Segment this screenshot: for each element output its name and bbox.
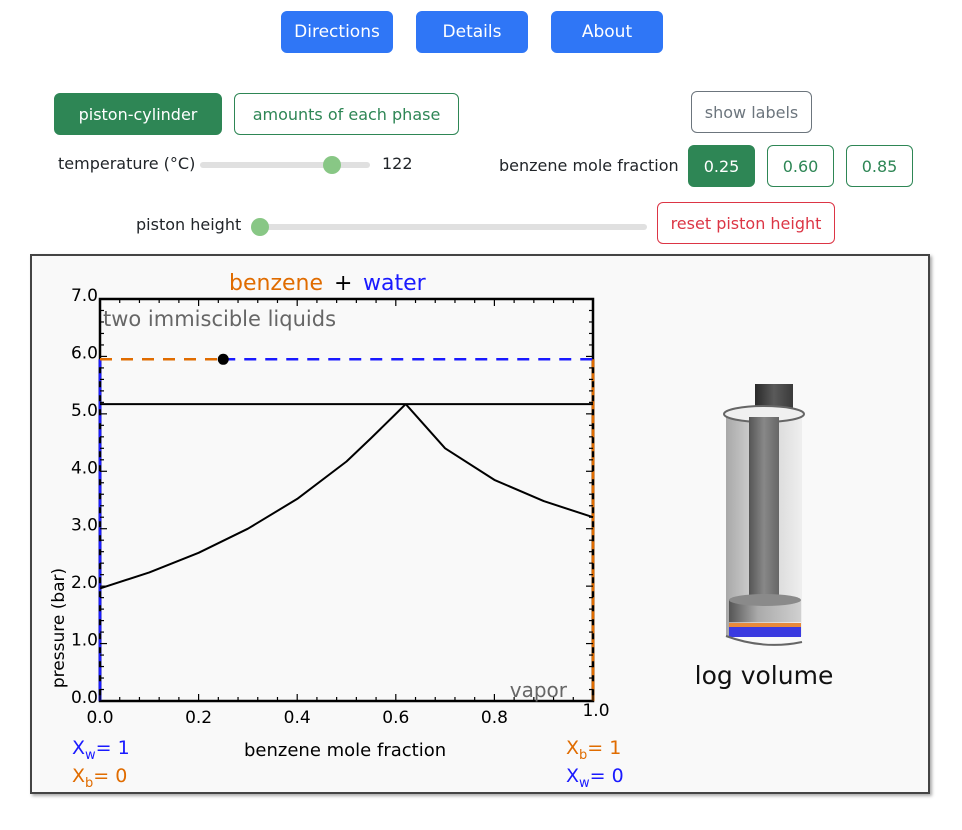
temperature-slider-track[interactable] bbox=[200, 162, 370, 168]
svg-text:Xw= 1: Xw= 1 bbox=[72, 737, 130, 763]
show-labels-button[interactable]: show labels bbox=[691, 91, 812, 133]
mole-fraction-option-0-60[interactable]: 0.60 bbox=[767, 145, 834, 187]
right-annotation-xw: Xw= 0 bbox=[566, 765, 624, 791]
piston-head-top bbox=[729, 594, 801, 606]
y-tick-label: 6.0 bbox=[71, 343, 98, 363]
x-tick-label: 0.6 bbox=[382, 708, 409, 728]
piston-rod bbox=[749, 417, 779, 607]
water-liquid-layer bbox=[729, 627, 801, 637]
piston-cylinder-button[interactable]: piston-cylinder bbox=[54, 93, 222, 135]
y-tick-label: 0.0 bbox=[71, 688, 98, 708]
y-tick-label: 4.0 bbox=[71, 458, 98, 478]
left-annotation-xb: Xb= 0 bbox=[72, 765, 127, 791]
cylinder-bottom-rim bbox=[725, 635, 803, 646]
svg-text:Xb= 1: Xb= 1 bbox=[566, 737, 621, 763]
x-tick-label: 1.0 bbox=[582, 701, 609, 721]
state-point bbox=[217, 353, 229, 365]
right-annotation-xb: Xb= 1 bbox=[566, 737, 621, 763]
region-label-vapor: vapor bbox=[510, 678, 568, 702]
directions-button[interactable]: Directions bbox=[281, 11, 393, 53]
chart-title-plus: + bbox=[334, 271, 352, 296]
region-label-two-immiscible-liquids: two immiscible liquids bbox=[103, 307, 336, 331]
benzene-mole-fraction-label: benzene mole fraction bbox=[499, 156, 679, 175]
dew-curve-benzene-side bbox=[404, 403, 594, 519]
svg-text:Xb= 0: Xb= 0 bbox=[72, 765, 127, 791]
y-tick-label: 2.0 bbox=[71, 573, 98, 593]
svg-text:Xw= 0: Xw= 0 bbox=[566, 765, 624, 791]
piston-cylinder-illustration bbox=[723, 384, 805, 646]
piston-height-slider-thumb[interactable] bbox=[251, 218, 269, 236]
details-button[interactable]: Details bbox=[416, 11, 528, 53]
temperature-slider[interactable] bbox=[200, 155, 370, 175]
y-axis-label: pressure (bar) bbox=[49, 568, 69, 688]
temperature-label: temperature (°C) bbox=[58, 154, 196, 173]
x-tick-label: 0.8 bbox=[481, 708, 508, 728]
amounts-of-each-phase-button[interactable]: amounts of each phase bbox=[234, 93, 459, 135]
x-tick-label: 0.0 bbox=[86, 708, 113, 728]
pressure-composition-chart: benzene + water 0.0 0.2 0.4 0.6 0.8 1.0 0.0 1.0… bbox=[49, 271, 834, 791]
temperature-value: 122 bbox=[382, 154, 413, 173]
y-tick-label: 5.0 bbox=[71, 401, 98, 421]
simulation-panel: benzene + water 0.0 0.2 0.4 0.6 0.8 1.0 0.0 1.0… bbox=[30, 254, 930, 794]
mole-fraction-option-0-85[interactable]: 0.85 bbox=[846, 145, 913, 187]
x-tick-label: 0.4 bbox=[284, 708, 311, 728]
x-tick-label: 0.2 bbox=[185, 708, 212, 728]
left-annotation-xw: Xw= 1 bbox=[72, 737, 130, 763]
x-axis-label: benzene mole fraction bbox=[244, 740, 446, 761]
mole-fraction-option-0-25[interactable]: 0.25 bbox=[688, 145, 755, 187]
piston-height-label: piston height bbox=[136, 215, 242, 234]
chart-title-benzene: benzene bbox=[229, 271, 323, 296]
y-tick-label: 1.0 bbox=[71, 631, 98, 651]
temperature-slider-thumb[interactable] bbox=[323, 156, 342, 174]
piston-height-slider[interactable] bbox=[251, 217, 647, 237]
benzene-liquid-layer bbox=[729, 623, 801, 627]
about-button[interactable]: About bbox=[551, 11, 663, 53]
plot-area: 0.0 0.2 0.4 0.6 0.8 1.0 0.0 1.0 2.0 3.0 4.0 5.0 6.0 7… bbox=[71, 286, 610, 728]
y-tick-label: 3.0 bbox=[71, 516, 98, 536]
dew-curve-water-side bbox=[99, 403, 407, 590]
log-volume-caption: log volume bbox=[695, 661, 834, 690]
chart-title-water: water bbox=[363, 271, 427, 296]
reset-piston-height-button[interactable]: reset piston height bbox=[657, 202, 835, 244]
piston-height-slider-track[interactable] bbox=[251, 224, 647, 230]
y-tick-label: 7.0 bbox=[71, 286, 98, 306]
